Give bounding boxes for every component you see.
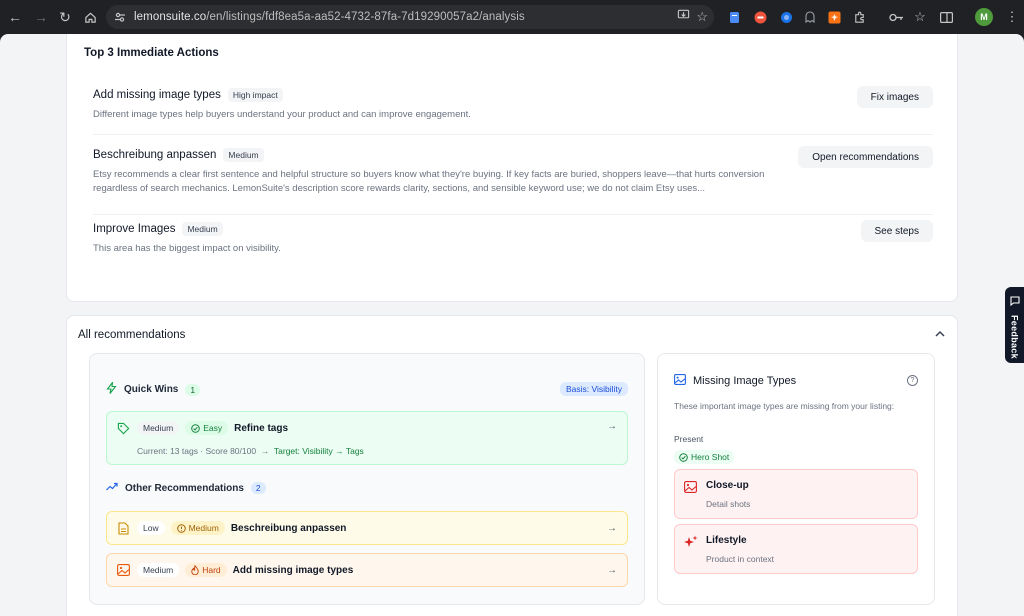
divider: [93, 134, 933, 135]
home-icon[interactable]: [77, 4, 103, 30]
rec-add-missing-image-types[interactable]: Medium Hard Add missing image types →: [106, 553, 628, 587]
browser-menu-icon[interactable]: ⋮: [1004, 9, 1020, 25]
top-actions-card: Top 3 Immediate Actions Add missing imag…: [66, 34, 958, 302]
rec-name: Beschreibung anpassen: [230, 522, 347, 534]
impact-pill: Medium: [137, 563, 180, 577]
action-name: Improve Images: [93, 223, 176, 235]
open-recommendations-button[interactable]: Open recommendations: [798, 146, 933, 168]
missing-lifestyle-card[interactable]: Lifestyle Product in context: [674, 524, 918, 574]
image-icon: [116, 563, 130, 577]
extension-globe-icon[interactable]: [778, 9, 794, 25]
present-label: Present: [674, 434, 704, 444]
extension-red-icon[interactable]: [752, 9, 768, 25]
action-description: This area has the biggest impact on visi…: [93, 243, 281, 254]
rec-name: Refine tags: [234, 422, 289, 434]
trending-up-icon: [106, 482, 118, 494]
effort-pill: Hard: [185, 563, 227, 577]
other-recommendations-title: Other Recommendations: [125, 482, 244, 494]
lightning-icon: [106, 380, 117, 397]
missing-image-types-panel: Missing Image Types ? These important im…: [657, 353, 935, 605]
extensions-puzzle-icon[interactable]: [851, 9, 867, 25]
check-circle-icon: [191, 423, 201, 433]
action-description: Different image types help buyers unders…: [93, 109, 471, 120]
install-app-icon[interactable]: [677, 8, 690, 26]
action-item: Add missing image types High impact Diff…: [93, 86, 933, 122]
help-icon[interactable]: ?: [907, 375, 918, 386]
quick-wins-count: 1: [185, 383, 201, 396]
missing-image-types-title: Missing Image Types: [693, 375, 797, 387]
present-hero-shot-badge: Hero Shot: [674, 450, 735, 464]
sparkles-icon: [684, 535, 698, 549]
extension-ghost-icon[interactable]: [802, 9, 818, 25]
bookmark-star-icon[interactable]: ☆: [696, 9, 708, 25]
flame-icon: [191, 565, 199, 575]
impact-badge: High impact: [227, 88, 283, 102]
impact-pill: Medium: [137, 421, 180, 435]
browser-toolbar: ← → ↻ lemonsuite.co/en/listings/fdf8ea5a…: [0, 0, 1024, 34]
url-text: lemonsuite.co/en/listings/fdf8ea5a-aa52-…: [134, 11, 525, 23]
effort-pill: Easy: [185, 421, 229, 435]
fix-images-button[interactable]: Fix images: [856, 86, 933, 108]
feedback-tab[interactable]: Feedback: [1005, 287, 1024, 363]
other-recommendations-heading: Other Recommendations 2: [106, 482, 266, 494]
profile-avatar[interactable]: M: [975, 8, 993, 26]
image-icon: [684, 480, 698, 494]
effort-pill: Medium: [170, 521, 225, 535]
site-settings-icon[interactable]: [106, 11, 134, 23]
back-icon[interactable]: ←: [2, 4, 28, 30]
feedback-label: Feedback: [1009, 315, 1020, 359]
image-icon: [674, 374, 686, 388]
document-icon: [116, 521, 130, 535]
missing-type-name: Lifestyle: [706, 535, 747, 546]
basis-badge: Basis: Visibility: [559, 382, 628, 396]
split-view-icon[interactable]: [938, 9, 954, 25]
see-steps-button[interactable]: See steps: [860, 220, 933, 242]
action-item: Improve Images Medium This area has the …: [93, 220, 933, 256]
action-name: Beschreibung anpassen: [93, 149, 217, 161]
arrow-right-icon[interactable]: →: [607, 421, 617, 432]
check-circle-icon: [679, 452, 688, 462]
password-key-icon[interactable]: [888, 9, 904, 25]
divider: [93, 214, 933, 215]
all-recommendations-title[interactable]: All recommendations: [78, 329, 185, 341]
arrow-right-icon[interactable]: →: [607, 523, 617, 534]
extension-orange-icon[interactable]: [826, 9, 842, 25]
rec-name: Add missing image types: [232, 564, 354, 576]
rec-meta: Current: 13 tags · Score 80/100 → Target…: [137, 446, 364, 456]
reading-list-icon[interactable]: ☆: [912, 9, 928, 25]
impact-badge: Medium: [223, 148, 264, 162]
missing-image-types-description: These important image types are missing …: [674, 401, 895, 411]
reload-icon[interactable]: ↻: [52, 4, 78, 30]
arrow-right-icon[interactable]: →: [607, 565, 617, 576]
missing-image-types-heading: Missing Image Types: [674, 374, 796, 388]
action-name: Add missing image types: [93, 89, 221, 101]
forward-icon[interactable]: →: [28, 4, 54, 30]
action-item: Beschreibung anpassen Medium Etsy recomm…: [93, 146, 933, 195]
impact-badge: Medium: [182, 222, 223, 236]
missing-close-up-card[interactable]: Close-up Detail shots: [674, 469, 918, 519]
quick-win-refine-tags[interactable]: Medium Easy Refine tags Current: 13 tags…: [106, 411, 628, 465]
extension-doc-icon[interactable]: [726, 9, 742, 25]
action-description: Etsy recommends a clear first sentence a…: [93, 169, 765, 194]
quick-wins-title: Quick Wins: [124, 384, 179, 395]
recommendations-panel: Quick Wins 1 Basis: Visibility Medium Ea…: [89, 353, 645, 605]
missing-type-name: Close-up: [706, 480, 749, 491]
quick-wins-heading: Quick Wins 1: [106, 380, 201, 397]
missing-type-subtitle: Detail shots: [706, 499, 751, 509]
other-recommendations-count: 2: [250, 482, 266, 494]
page-viewport: Top 3 Immediate Actions Add missing imag…: [0, 34, 1024, 616]
all-recommendations-card: All recommendations Quick Wins 1 Basis: …: [66, 315, 958, 616]
message-square-icon: [1009, 293, 1020, 311]
address-bar[interactable]: lemonsuite.co/en/listings/fdf8ea5a-aa52-…: [106, 5, 714, 29]
collapse-chevron-icon[interactable]: [935, 328, 945, 340]
alert-circle-icon: [176, 523, 186, 533]
tag-icon: [116, 421, 130, 435]
rec-beschreibung-anpassen[interactable]: Low Medium Beschreibung anpassen →: [106, 511, 628, 545]
missing-type-subtitle: Product in context: [706, 554, 775, 564]
impact-pill: Low: [137, 521, 165, 535]
top-actions-title: Top 3 Immediate Actions: [84, 47, 219, 59]
